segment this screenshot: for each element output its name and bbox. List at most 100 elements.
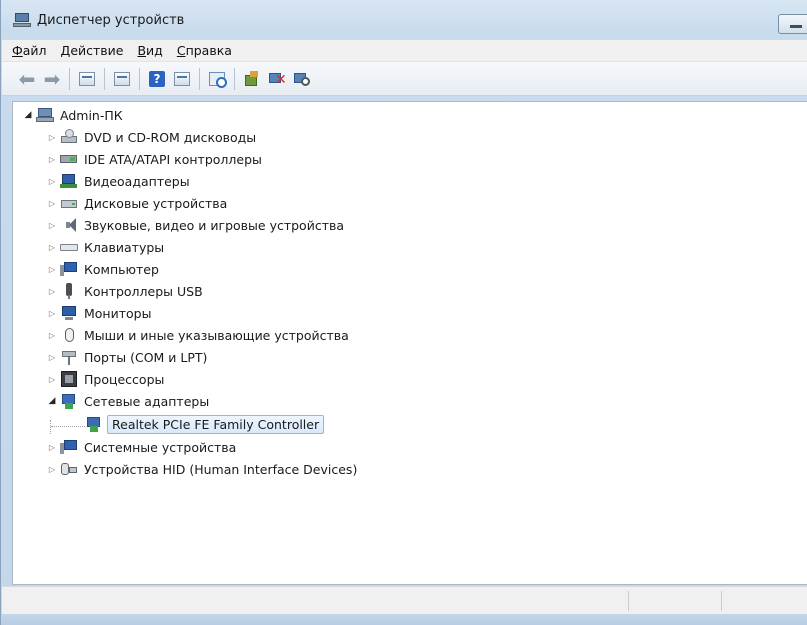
disk-drive-icon [60,195,78,211]
network-adapter-icon [85,416,103,432]
expand-icon[interactable]: ▷ [47,465,57,474]
menu-file[interactable]: Файл [12,43,47,58]
menu-action[interactable]: Действие [61,43,124,58]
tree-node-label: Устройства HID (Human Interface Devices) [84,461,358,477]
menu-help[interactable]: Справка [177,43,232,58]
tree-node-label: Компьютер [84,261,159,277]
tree-node-ports[interactable]: ▷ Порты (COM и LPT) [47,346,209,368]
help-icon: ? [149,70,165,87]
tree-node-monitors[interactable]: ▷ Мониторы [47,302,153,324]
computer-icon [36,107,54,123]
tree-node-dvd[interactable]: ▷ DVD и CD-ROM дисководы [47,126,258,148]
forward-arrow-icon: ➡ [43,66,61,91]
scan-hardware-button[interactable] [206,68,228,90]
device-manager-icon [13,13,31,27]
tree-node-video-adapters[interactable]: ▷ Видеоадаптеры [47,170,192,192]
disable-device-button[interactable] [291,68,313,90]
expand-icon[interactable]: ▷ [47,375,57,384]
expand-icon[interactable]: ▷ [47,287,57,296]
tree-node-label: DVD и CD-ROM дисководы [84,129,257,145]
computer-icon [60,261,78,277]
hid-icon [60,461,78,477]
title-bar[interactable]: Диспетчер устройств [1,0,807,40]
forward-button[interactable]: ➡ [41,68,63,90]
device-tree[interactable]: ◢ Admin-ПК ▷ DVD и CD-ROM дисководы ▷ ID… [12,101,807,585]
tree-node-hid[interactable]: ▷ Устройства HID (Human Interface Device… [47,458,359,480]
ide-controller-icon [60,151,78,167]
tree-node-disk-drives[interactable]: ▷ Дисковые устройства [47,192,229,214]
expand-icon[interactable]: ▷ [47,309,57,318]
video-adapter-icon [60,173,78,189]
uninstall-device-icon: ✕ [269,71,287,87]
keyboard-icon [60,239,78,255]
back-arrow-icon: ⬅ [18,66,36,91]
mouse-icon [60,327,78,343]
expand-icon[interactable]: ▷ [47,199,57,208]
tree-node-realtek-controller[interactable]: Realtek PCIe FE Family Controller [85,413,325,435]
console-tree-icon [114,71,130,86]
expand-icon[interactable]: ▷ [47,243,57,252]
tree-node-ide[interactable]: ▷ IDE ATA/ATAPI контроллеры [47,148,264,170]
toolbar-separator [104,67,105,90]
selected-device-label: Realtek PCIe FE Family Controller [107,414,325,434]
tree-node-network-adapters[interactable]: ◢ Сетевые адаптеры [47,390,211,412]
tree-node-label: Системные устройства [84,439,237,455]
menu-file-label: айл [22,43,47,58]
tree-node-label: Мыши и иные указывающие устройства [84,327,349,343]
expand-icon[interactable]: ▷ [47,133,57,142]
expand-icon[interactable]: ▷ [47,155,57,164]
tree-node-label: Порты (COM и LPT) [84,349,208,365]
expand-icon[interactable]: ▷ [47,331,57,340]
expand-icon[interactable]: ▷ [47,443,57,452]
back-button[interactable]: ⬅ [16,68,38,90]
dvd-drive-icon [60,129,78,145]
menu-action-label: ействие [70,43,124,58]
expand-icon[interactable]: ▷ [47,221,57,230]
view-button[interactable] [171,68,193,90]
tree-node-computer[interactable]: ▷ Компьютер [47,258,161,280]
menu-help-label: правка [185,43,232,58]
menu-view[interactable]: Вид [137,43,162,58]
tree-connector-line [51,426,85,427]
status-separator [628,591,629,611]
update-driver-button[interactable] [241,68,263,90]
network-adapter-icon [60,393,78,409]
tree-root-node[interactable]: ◢ Admin-ПК [23,104,125,126]
tree-node-mice[interactable]: ▷ Мыши и иные указывающие устройства [47,324,351,346]
port-icon [60,349,78,365]
menu-file-accelerator: Ф [12,43,23,58]
device-manager-window: Диспетчер устройств Файл Действие Вид Сп… [0,0,807,625]
console-tree-button[interactable] [111,68,133,90]
menu-action-accelerator: Д [60,43,71,58]
scan-hardware-icon [209,71,227,88]
tree-node-sound[interactable]: ▷ Звуковые, видео и игровые устройства [47,214,346,236]
toolbar: ⬅ ➡ ? ✕ [2,62,807,96]
tree-node-label: Клавиатуры [84,239,165,255]
toolbar-separator [69,67,70,90]
tree-node-label: Звуковые, видео и игровые устройства [84,217,345,233]
system-device-icon [60,439,78,455]
tree-node-label: Дисковые устройства [84,195,228,211]
toolbar-separator [234,67,235,90]
properties-button[interactable] [76,68,98,90]
tree-node-processors[interactable]: ▷ Процессоры [47,368,166,390]
tree-node-usb[interactable]: ▷ Контроллеры USB [47,280,205,302]
tree-node-keyboards[interactable]: ▷ Клавиатуры [47,236,166,258]
update-driver-icon [244,70,260,87]
monitor-icon [60,305,78,321]
expand-icon[interactable]: ▷ [47,177,57,186]
tree-node-label: Мониторы [84,305,152,321]
menu-view-label: ид [146,43,163,58]
minimize-button[interactable] [778,14,807,34]
uninstall-device-button[interactable]: ✕ [266,68,288,90]
collapse-icon[interactable]: ◢ [23,110,33,120]
tree-node-system-devices[interactable]: ▷ Системные устройства [47,436,238,458]
collapse-icon[interactable]: ◢ [47,396,57,406]
properties-icon [79,71,95,86]
help-button[interactable]: ? [146,68,168,90]
expand-icon[interactable]: ▷ [47,265,57,274]
window-frame-bottom [1,614,807,625]
expand-icon[interactable]: ▷ [47,353,57,362]
status-separator [721,591,722,611]
tree-node-label: Контроллеры USB [84,283,203,299]
